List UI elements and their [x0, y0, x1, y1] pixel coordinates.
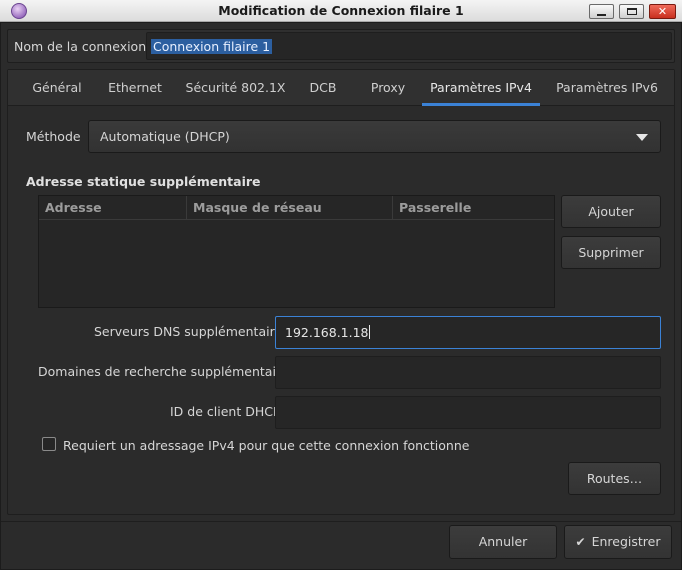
- method-value: Automatique (DHCP): [100, 129, 230, 144]
- search-domains-label: Domaines de recherche supplémentaires: [38, 364, 296, 379]
- require-ipv4-checkbox[interactable]: [42, 437, 56, 451]
- title-bar[interactable]: Modification de Connexion filaire 1 ✕: [0, 0, 682, 22]
- chevron-down-icon: [636, 134, 648, 141]
- dhcp-client-id-label: ID de client DHCP: [170, 404, 281, 419]
- tab-proxy[interactable]: Proxy: [360, 70, 416, 106]
- minimize-button[interactable]: [589, 4, 614, 19]
- close-icon: ✕: [657, 5, 668, 18]
- tab-bar: Général Ethernet Sécurité 802.1X DCB Pro…: [8, 70, 674, 106]
- column-header-address[interactable]: Adresse: [39, 196, 186, 220]
- method-label: Méthode: [26, 129, 81, 144]
- require-ipv4-label[interactable]: Requiert un adressage IPv4 pour que cett…: [63, 438, 469, 453]
- method-dropdown[interactable]: Automatique (DHCP): [88, 120, 661, 153]
- settings-tabs-panel: Général Ethernet Sécurité 802.1X DCB Pro…: [7, 69, 675, 515]
- tab-ethernet[interactable]: Ethernet: [100, 70, 170, 106]
- save-button-label: Enregistrer: [591, 534, 661, 549]
- cancel-button[interactable]: Annuler: [449, 525, 557, 559]
- check-icon: ✔: [575, 535, 586, 549]
- dns-servers-input[interactable]: 192.168.1.18: [275, 316, 661, 349]
- tab-ipv4-settings[interactable]: Paramètres IPv4: [422, 70, 540, 106]
- footer-separator: [1, 521, 681, 522]
- text-caret: [368, 325, 370, 339]
- tab-general[interactable]: Général: [22, 70, 92, 106]
- close-button[interactable]: ✕: [649, 4, 676, 19]
- dns-servers-value: 192.168.1.18: [285, 325, 369, 340]
- add-address-button[interactable]: Ajouter: [561, 195, 661, 228]
- tab-security-8021x[interactable]: Sécurité 802.1X: [178, 70, 293, 106]
- connection-name-input[interactable]: Connexion filaire 1: [146, 32, 672, 60]
- connection-name-label: Nom de la connexion: [14, 39, 147, 54]
- connection-name-row: Nom de la connexion Connexion filaire 1: [7, 29, 675, 63]
- minimize-icon: [597, 13, 606, 16]
- connection-name-value: Connexion filaire 1: [151, 39, 273, 54]
- dns-servers-label: Serveurs DNS supplémentaires: [94, 324, 289, 339]
- maximize-icon: [626, 8, 637, 15]
- maximize-button[interactable]: [619, 4, 644, 19]
- search-domains-input[interactable]: [275, 356, 661, 389]
- column-header-gateway[interactable]: Passerelle: [392, 196, 554, 220]
- routes-button[interactable]: Routes…: [568, 462, 661, 495]
- window-title: Modification de Connexion filaire 1: [218, 3, 464, 18]
- tab-ipv6-settings[interactable]: Paramètres IPv6: [548, 70, 666, 106]
- static-address-section-title: Adresse statique supplémentaire: [26, 174, 261, 189]
- tab-dcb[interactable]: DCB: [300, 70, 346, 106]
- remove-address-button[interactable]: Supprimer: [561, 236, 661, 269]
- dhcp-client-id-input[interactable]: [275, 396, 661, 429]
- save-button[interactable]: ✔ Enregistrer: [564, 525, 672, 559]
- column-header-netmask[interactable]: Masque de réseau: [186, 196, 392, 220]
- dialog-window: Nom de la connexion Connexion filaire 1 …: [0, 22, 682, 570]
- static-address-table[interactable]: Adresse Masque de réseau Passerelle: [38, 195, 555, 308]
